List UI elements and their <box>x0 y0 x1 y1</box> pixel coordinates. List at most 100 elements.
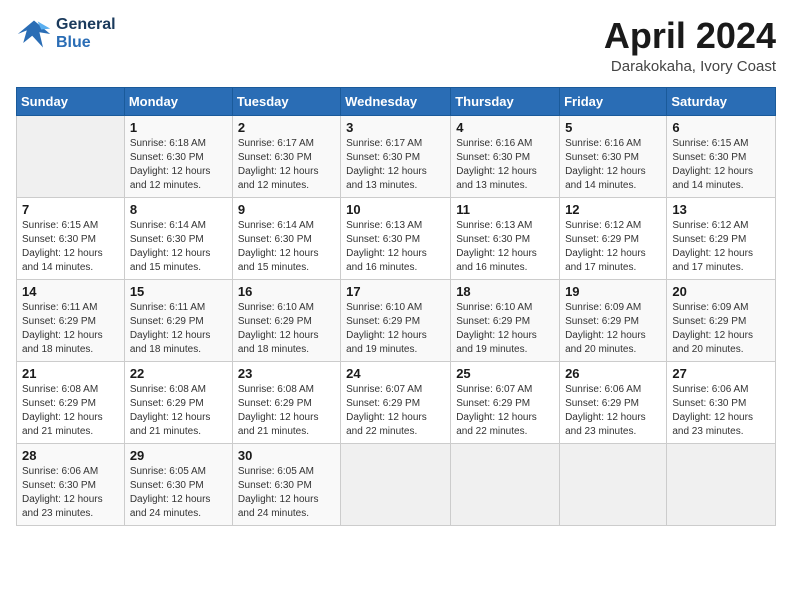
day-info: Sunrise: 6:10 AMSunset: 6:29 PMDaylight:… <box>238 301 335 357</box>
day-info: Sunrise: 6:13 AMSunset: 6:30 PMDaylight:… <box>456 219 554 275</box>
calendar-cell: 5 Sunrise: 6:16 AMSunset: 6:30 PMDaylight… <box>560 115 667 197</box>
logo-text: General Blue <box>56 16 116 52</box>
day-number: 15 <box>130 284 227 299</box>
calendar-cell <box>17 115 125 197</box>
day-number: 1 <box>130 120 227 135</box>
day-info: Sunrise: 6:09 AMSunset: 6:29 PMDaylight:… <box>565 301 661 357</box>
day-info: Sunrise: 6:08 AMSunset: 6:29 PMDaylight:… <box>22 383 119 439</box>
calendar-cell: 24Sunrise: 6:07 AMSunset: 6:29 PMDayligh… <box>341 361 451 443</box>
calendar-week-row: 21 Sunrise: 6:08 AMSunset: 6:29 PMDayligh… <box>17 361 776 443</box>
calendar-cell: 1 Sunrise: 6:18 AMSunset: 6:30 PMDaylight… <box>124 115 232 197</box>
day-number: 14 <box>22 284 119 299</box>
day-info: Sunrise: 6:07 AMSunset: 6:29 PMDaylight:… <box>456 383 554 439</box>
col-header-wednesday: Wednesday <box>341 87 451 115</box>
day-number: 20 <box>672 284 770 299</box>
col-header-thursday: Thursday <box>451 87 560 115</box>
day-number: 9 <box>238 202 335 217</box>
day-info: Sunrise: 6:06 AMSunset: 6:29 PMDaylight:… <box>565 383 661 439</box>
day-number: 25 <box>456 366 554 381</box>
col-header-tuesday: Tuesday <box>232 87 340 115</box>
day-info: Sunrise: 6:16 AMSunset: 6:30 PMDaylight:… <box>456 137 554 193</box>
calendar-cell: 6 Sunrise: 6:15 AMSunset: 6:30 PMDaylight… <box>667 115 776 197</box>
logo-bird-icon <box>16 16 52 52</box>
page-header: General Blue April 2024 Darakokaha, Ivor… <box>16 16 776 75</box>
day-number: 2 <box>238 120 335 135</box>
calendar-cell <box>560 443 667 525</box>
day-info: Sunrise: 6:15 AMSunset: 6:30 PMDaylight:… <box>672 137 770 193</box>
day-number: 16 <box>238 284 335 299</box>
calendar-cell: 8 Sunrise: 6:14 AMSunset: 6:30 PMDaylight… <box>124 197 232 279</box>
day-number: 26 <box>565 366 661 381</box>
day-info: Sunrise: 6:11 AMSunset: 6:29 PMDaylight:… <box>22 301 119 357</box>
day-info: Sunrise: 6:07 AMSunset: 6:29 PMDaylight:… <box>346 383 445 439</box>
day-info: Sunrise: 6:05 AMSunset: 6:30 PMDaylight:… <box>238 465 335 521</box>
col-header-monday: Monday <box>124 87 232 115</box>
day-info: Sunrise: 6:14 AMSunset: 6:30 PMDaylight:… <box>130 219 227 275</box>
calendar-cell: 29Sunrise: 6:05 AMSunset: 6:30 PMDayligh… <box>124 443 232 525</box>
day-number: 13 <box>672 202 770 217</box>
calendar-cell: 16 Sunrise: 6:10 AMSunset: 6:29 PMDayligh… <box>232 279 340 361</box>
day-info: Sunrise: 6:14 AMSunset: 6:30 PMDaylight:… <box>238 219 335 275</box>
calendar-cell: 13 Sunrise: 6:12 AMSunset: 6:29 PMDayligh… <box>667 197 776 279</box>
calendar-cell: 18 Sunrise: 6:10 AMSunset: 6:29 PMDayligh… <box>451 279 560 361</box>
day-number: 11 <box>456 202 554 217</box>
day-info: Sunrise: 6:08 AMSunset: 6:29 PMDaylight:… <box>130 383 227 439</box>
calendar-week-row: 7 Sunrise: 6:15 AMSunset: 6:30 PMDaylight… <box>17 197 776 279</box>
day-info: Sunrise: 6:18 AMSunset: 6:30 PMDaylight:… <box>130 137 227 193</box>
calendar-cell: 11 Sunrise: 6:13 AMSunset: 6:30 PMDayligh… <box>451 197 560 279</box>
calendar-cell <box>451 443 560 525</box>
calendar-header-row: SundayMondayTuesdayWednesdayThursdayFrid… <box>17 87 776 115</box>
day-info: Sunrise: 6:13 AMSunset: 6:30 PMDaylight:… <box>346 219 445 275</box>
day-number: 30 <box>238 448 335 463</box>
day-info: Sunrise: 6:17 AMSunset: 6:30 PMDaylight:… <box>238 137 335 193</box>
day-number: 12 <box>565 202 661 217</box>
day-info: Sunrise: 6:10 AMSunset: 6:29 PMDaylight:… <box>456 301 554 357</box>
day-number: 6 <box>672 120 770 135</box>
day-info: Sunrise: 6:06 AMSunset: 6:30 PMDaylight:… <box>22 465 119 521</box>
calendar-cell: 4Sunrise: 6:16 AMSunset: 6:30 PMDaylight… <box>451 115 560 197</box>
calendar-cell: 17Sunrise: 6:10 AMSunset: 6:29 PMDayligh… <box>341 279 451 361</box>
calendar-cell: 30 Sunrise: 6:05 AMSunset: 6:30 PMDayligh… <box>232 443 340 525</box>
calendar-table: SundayMondayTuesdayWednesdayThursdayFrid… <box>16 87 776 526</box>
calendar-week-row: 1 Sunrise: 6:18 AMSunset: 6:30 PMDaylight… <box>17 115 776 197</box>
col-header-friday: Friday <box>560 87 667 115</box>
day-info: Sunrise: 6:12 AMSunset: 6:29 PMDaylight:… <box>672 219 770 275</box>
calendar-cell: 14 Sunrise: 6:11 AMSunset: 6:29 PMDayligh… <box>17 279 125 361</box>
month-year-title: April 2024 <box>604 16 776 56</box>
day-number: 28 <box>22 448 119 463</box>
calendar-cell: 28 Sunrise: 6:06 AMSunset: 6:30 PMDayligh… <box>17 443 125 525</box>
day-number: 5 <box>565 120 661 135</box>
day-info: Sunrise: 6:12 AMSunset: 6:29 PMDaylight:… <box>565 219 661 275</box>
day-number: 21 <box>22 366 119 381</box>
calendar-cell: 21 Sunrise: 6:08 AMSunset: 6:29 PMDayligh… <box>17 361 125 443</box>
day-number: 18 <box>456 284 554 299</box>
calendar-week-row: 28 Sunrise: 6:06 AMSunset: 6:30 PMDayligh… <box>17 443 776 525</box>
calendar-cell: 9 Sunrise: 6:14 AMSunset: 6:30 PMDaylight… <box>232 197 340 279</box>
day-number: 17 <box>346 284 445 299</box>
day-info: Sunrise: 6:15 AMSunset: 6:30 PMDaylight:… <box>22 219 119 275</box>
day-info: Sunrise: 6:11 AMSunset: 6:29 PMDaylight:… <box>130 301 227 357</box>
calendar-cell: 7 Sunrise: 6:15 AMSunset: 6:30 PMDaylight… <box>17 197 125 279</box>
day-info: Sunrise: 6:16 AMSunset: 6:30 PMDaylight:… <box>565 137 661 193</box>
day-number: 22 <box>130 366 227 381</box>
day-number: 8 <box>130 202 227 217</box>
calendar-cell: 2 Sunrise: 6:17 AMSunset: 6:30 PMDaylight… <box>232 115 340 197</box>
calendar-cell <box>667 443 776 525</box>
title-block: April 2024 Darakokaha, Ivory Coast <box>604 16 776 75</box>
day-number: 7 <box>22 202 119 217</box>
calendar-cell: 27Sunrise: 6:06 AMSunset: 6:30 PMDayligh… <box>667 361 776 443</box>
calendar-cell: 3Sunrise: 6:17 AMSunset: 6:30 PMDaylight… <box>341 115 451 197</box>
day-info: Sunrise: 6:09 AMSunset: 6:29 PMDaylight:… <box>672 301 770 357</box>
day-number: 23 <box>238 366 335 381</box>
calendar-cell <box>341 443 451 525</box>
calendar-cell: 26 Sunrise: 6:06 AMSunset: 6:29 PMDayligh… <box>560 361 667 443</box>
calendar-cell: 12 Sunrise: 6:12 AMSunset: 6:29 PMDayligh… <box>560 197 667 279</box>
day-info: Sunrise: 6:05 AMSunset: 6:30 PMDaylight:… <box>130 465 227 521</box>
day-number: 19 <box>565 284 661 299</box>
calendar-cell: 25 Sunrise: 6:07 AMSunset: 6:29 PMDayligh… <box>451 361 560 443</box>
calendar-cell: 15 Sunrise: 6:11 AMSunset: 6:29 PMDayligh… <box>124 279 232 361</box>
day-number: 10 <box>346 202 445 217</box>
day-info: Sunrise: 6:17 AMSunset: 6:30 PMDaylight:… <box>346 137 445 193</box>
calendar-cell: 22 Sunrise: 6:08 AMSunset: 6:29 PMDayligh… <box>124 361 232 443</box>
calendar-cell: 20 Sunrise: 6:09 AMSunset: 6:29 PMDayligh… <box>667 279 776 361</box>
